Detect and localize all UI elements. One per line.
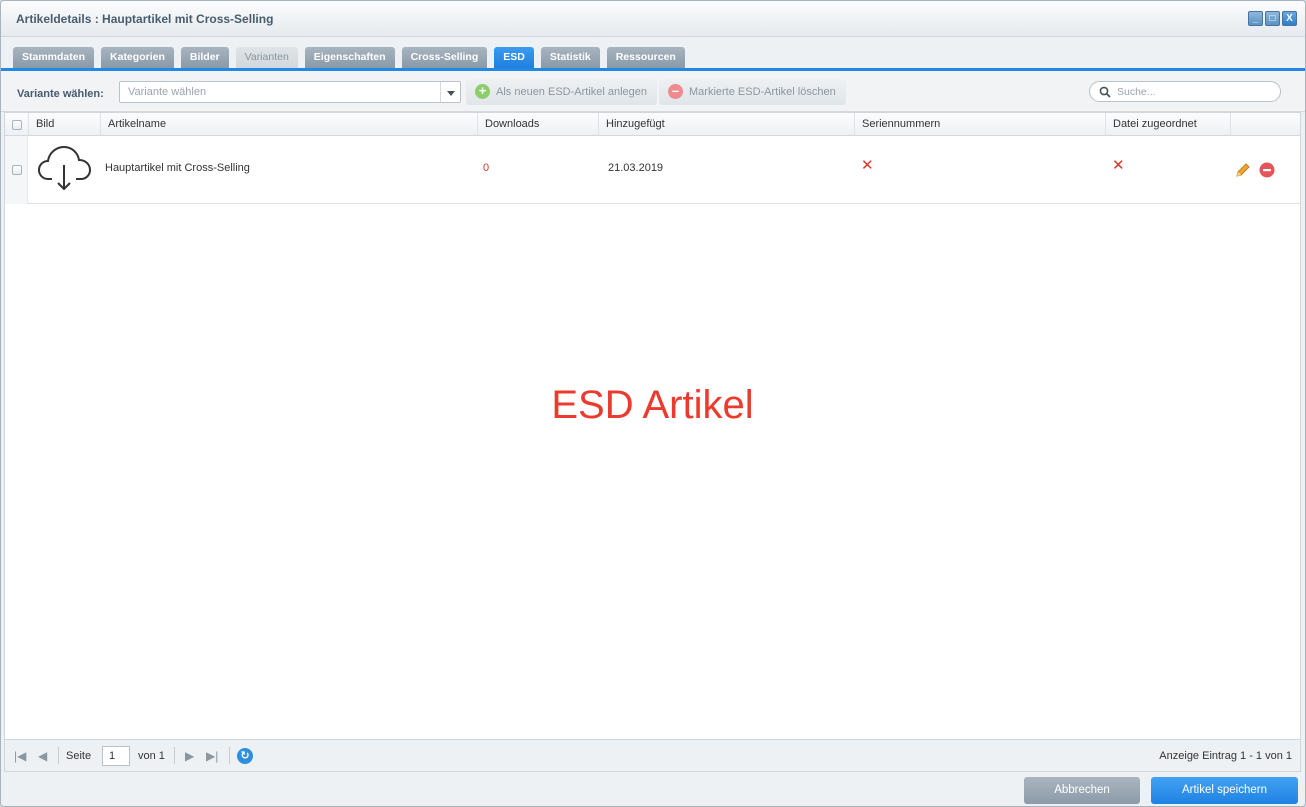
- esd-toolbar: Variante wählen: Variante wählen + Als n…: [1, 71, 1305, 112]
- tab-ressourcen[interactable]: Ressourcen: [606, 47, 685, 68]
- tab-bilder[interactable]: Bilder: [180, 47, 229, 68]
- column-header-seriennummern[interactable]: Seriennummern: [854, 113, 1105, 136]
- row-checkbox[interactable]: [12, 165, 22, 175]
- window-controls: _ □ X: [1248, 11, 1297, 26]
- plus-icon: +: [475, 84, 490, 99]
- refresh-icon[interactable]: ↻: [237, 748, 253, 764]
- tab-kategorien[interactable]: Kategorien: [101, 47, 174, 68]
- variant-select-placeholder: Variante wählen: [128, 86, 207, 98]
- cloud-download-icon: [38, 145, 92, 191]
- delete-esd-article-label: Markierte ESD-Artikel löschen: [689, 86, 836, 98]
- next-page-icon[interactable]: ▶: [185, 749, 194, 763]
- tab-statistik[interactable]: Statistik: [540, 47, 600, 68]
- downloads-count: 0: [483, 162, 490, 174]
- previous-page-icon[interactable]: ◀: [38, 749, 47, 763]
- minus-icon: –: [668, 84, 683, 99]
- maximize-button[interactable]: □: [1265, 11, 1280, 26]
- tab-esd[interactable]: ESD: [494, 47, 534, 68]
- grid-header: Bild Artikelname Downloads Hinzugefügt S…: [5, 113, 1300, 136]
- table-row[interactable]: Hauptartikel mit Cross-Selling 0 21.03.2…: [5, 136, 1300, 204]
- title-bar[interactable]: Artikeldetails : Hauptartikel mit Cross-…: [1, 1, 1305, 37]
- page-total: von 1: [138, 750, 165, 762]
- tab-stammdaten[interactable]: Stammdaten: [13, 47, 95, 68]
- delete-icon[interactable]: [1259, 162, 1275, 178]
- article-name: Hauptartikel mit Cross-Selling: [105, 162, 250, 174]
- paging-info: Anzeige Eintrag 1 - 1 von 1: [1159, 750, 1292, 762]
- pencil-icon[interactable]: [1235, 162, 1251, 178]
- add-esd-article-label: Als neuen ESD-Artikel anlegen: [496, 86, 648, 98]
- serial-numbers-no-icon: ✕: [861, 157, 874, 174]
- tab-varianten: Varianten: [235, 47, 298, 68]
- column-header-hinzugefuegt[interactable]: Hinzugefügt: [598, 113, 854, 136]
- cancel-button[interactable]: Abbrechen: [1024, 777, 1140, 804]
- first-page-icon[interactable]: |◀: [14, 749, 26, 763]
- select-all-checkbox[interactable]: [12, 120, 22, 130]
- add-esd-article-button[interactable]: + Als neuen ESD-Artikel anlegen: [466, 79, 658, 105]
- tab-bar: Stammdaten Kategorien Bilder Varianten E…: [1, 37, 1305, 71]
- window-title: Artikeldetails : Hauptartikel mit Cross-…: [16, 12, 274, 26]
- page-number-input[interactable]: 1: [102, 746, 130, 766]
- column-header-bild[interactable]: Bild: [28, 113, 100, 136]
- search-placeholder: Suche...: [1117, 86, 1156, 98]
- variant-label: Variante wählen:: [17, 88, 104, 100]
- variant-select[interactable]: Variante wählen: [119, 81, 461, 103]
- paging-toolbar: |◀ ◀ Seite 1 von 1 ▶ ▶| ↻ Anzeige Eintra…: [4, 740, 1301, 772]
- column-header-artikelname[interactable]: Artikelname: [100, 113, 477, 136]
- close-button[interactable]: X: [1282, 11, 1297, 26]
- column-header-datei-zugeordnet[interactable]: Datei zugeordnet: [1105, 113, 1230, 136]
- search-input[interactable]: Suche...: [1089, 81, 1281, 102]
- esd-watermark: ESD Artikel: [551, 383, 754, 427]
- tab-cross-selling[interactable]: Cross-Selling: [401, 47, 488, 68]
- page-label: Seite: [66, 750, 92, 762]
- save-article-button[interactable]: Artikel speichern: [1151, 777, 1298, 804]
- minimize-button[interactable]: _: [1248, 11, 1263, 26]
- delete-esd-article-button[interactable]: – Markierte ESD-Artikel löschen: [659, 79, 846, 105]
- tab-eigenschaften[interactable]: Eigenschaften: [304, 47, 395, 68]
- window-footer: Abbrechen Artikel speichern: [1, 772, 1305, 806]
- article-details-window: Artikeldetails : Hauptartikel mit Cross-…: [0, 0, 1306, 807]
- search-icon: [1099, 86, 1111, 98]
- chevron-down-icon[interactable]: [440, 82, 460, 102]
- esd-grid: Bild Artikelname Downloads Hinzugefügt S…: [4, 112, 1301, 740]
- file-assigned-no-icon: ✕: [1112, 157, 1125, 174]
- column-header-actions: [1230, 113, 1301, 136]
- column-header-downloads[interactable]: Downloads: [477, 113, 598, 136]
- added-date: 21.03.2019: [608, 162, 664, 174]
- last-page-icon[interactable]: ▶|: [206, 749, 218, 763]
